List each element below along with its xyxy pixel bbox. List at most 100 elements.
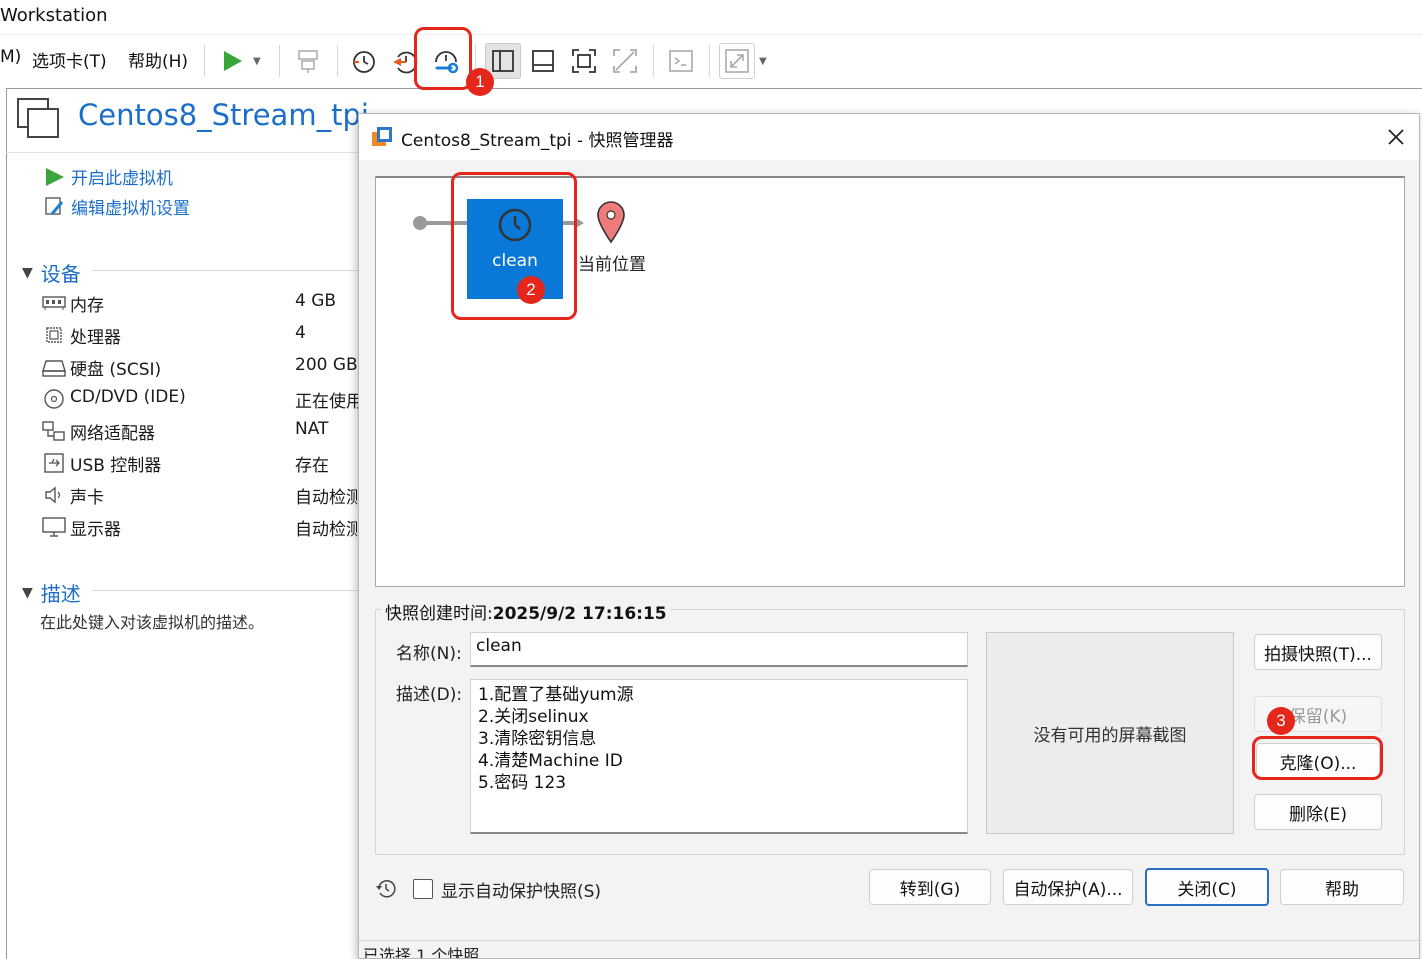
app-title: Workstation [0,5,108,26]
take-snapshot-icon[interactable] [346,43,382,79]
app-titlebar: Workstation [0,0,1422,34]
created-value: 2025/9/2 17:16:15 [492,604,667,624]
device-value: 4 [295,323,306,343]
vm-icon [16,97,62,141]
device-name: 显示器 [70,520,121,540]
edit-vm-settings-label: 编辑虚拟机设置 [71,199,190,219]
step-badge-2: 2 [517,276,545,304]
toolbar-separator [279,45,280,77]
created-prefix: 快照创建时间: [385,604,493,624]
device-row-memory[interactable]: 内存 4 GB [42,289,362,317]
toolbar-separator [204,45,205,77]
device-value: 200 GB [295,355,358,375]
description-line: 3.清除密钥信息 [478,729,597,749]
dialog-titlebar: Centos8_Stream_tpi - 快照管理器 [359,114,1419,160]
power-on-vm-label: 开启此虚拟机 [71,169,173,189]
device-value: 正在使用 [295,392,359,412]
current-location-pin-icon [597,201,625,244]
network-adapter-icon [42,420,66,442]
show-autoprotect-label: 显示自动保护快照(S) [441,881,602,902]
highlight-snapshot-manager [414,27,472,90]
cd-dvd-icon [42,388,66,410]
divider [6,152,358,153]
console-view-icon[interactable] [663,43,699,79]
device-row-display[interactable]: 显示器 自动检测 [42,513,362,541]
show-autoprotect-checkbox[interactable] [413,879,433,899]
device-name: 网络适配器 [70,424,155,444]
device-name: USB 控制器 [70,456,162,476]
collapse-arrow-icon: ▼ [22,584,33,601]
edit-settings-icon [45,196,64,215]
device-row-cdrom[interactable]: CD/DVD (IDE) 正在使用 [42,385,362,413]
toolbar-separator [337,45,338,77]
device-row-sound[interactable]: 声卡 自动检测 [42,481,362,509]
description-section-title: 描述 [40,582,81,606]
hard-disk-icon [42,356,66,378]
usb-icon [42,452,66,474]
device-value: 自动检测 [295,488,359,508]
menu-tabs[interactable]: 选项卡(T) [32,47,107,72]
step-badge-1: 1 [466,68,494,96]
autoprotect-clock-icon [376,880,396,898]
status-text: 已选择 1 个快照 [363,946,480,959]
step-badge-3: 3 [1267,707,1295,735]
divider [92,270,358,271]
power-on-icon[interactable] [214,43,250,79]
close-button[interactable]: 关闭(C) [1145,868,1269,906]
device-value: 自动检测 [295,520,359,540]
description-line: 5.密码 123 [478,773,567,793]
close-icon[interactable] [1383,124,1409,150]
name-label: 名称(N): [396,644,462,664]
device-name: 内存 [70,296,104,316]
pane-top-border [6,88,1422,89]
show-thumbnail-bar-icon[interactable] [525,43,561,79]
device-row-usb[interactable]: USB 控制器 存在 [42,449,362,477]
device-name: 声卡 [70,488,104,508]
power-dropdown-icon[interactable]: ▼ [253,56,261,67]
monitor-icon [42,516,66,538]
divider [92,590,358,591]
unity-icon[interactable] [607,43,643,79]
device-row-network[interactable]: 网络适配器 NAT [42,417,362,445]
snapshot-name-input[interactable]: clean [470,632,968,667]
power-on-vm-link[interactable]: 开启此虚拟机 [44,164,173,189]
device-value: NAT [295,419,329,439]
snapshot-description-textarea[interactable]: 1.配置了基础yum源 2.关闭selinux 3.清除密钥信息 4.清楚Mac… [470,679,968,834]
device-value: 4 GB [295,291,337,311]
device-row-disk[interactable]: 硬盘 (SCSI) 200 GB [42,353,362,381]
goto-button[interactable]: 转到(G) [869,869,991,905]
toolbar-separator [653,45,654,77]
device-name: 处理器 [70,328,121,348]
memory-icon [42,292,66,314]
stretch-guest-icon[interactable] [719,43,755,79]
description-section-header[interactable]: ▼ 描述 [22,578,81,607]
speaker-icon [42,484,66,506]
menu-help[interactable]: 帮助(H) [128,47,188,72]
devices-section-header[interactable]: ▼ 设备 [22,258,81,287]
full-screen-icon[interactable] [566,43,602,79]
device-row-cpu[interactable]: 处理器 4 [42,321,362,349]
description-line: 2.关闭selinux [478,707,589,727]
show-autoprotect-row[interactable]: 显示自动保护快照(S) [375,874,601,904]
menu-item-partial[interactable]: M) [0,47,21,67]
delete-button[interactable]: 删除(E) [1254,794,1382,830]
stretch-dropdown-icon[interactable]: ▼ [759,56,767,67]
highlight-clone-button [1252,736,1383,780]
device-name: CD/DVD (IDE) [70,387,186,407]
toolbar-separator [709,45,710,77]
device-name: 硬盘 (SCSI) [70,360,162,380]
current-location-label: 当前位置 [578,255,646,275]
help-button[interactable]: 帮助 [1280,869,1404,905]
dialog-status-bar: 已选择 1 个快照 [359,940,1419,959]
vm-description-placeholder[interactable]: 在此处键入对该虚拟机的描述。 [40,609,264,633]
cpu-icon [42,324,66,346]
description-line: 1.配置了基础yum源 [478,685,634,705]
autoprotect-button[interactable]: 自动保护(A)... [1003,869,1133,905]
main-toolbar: M) 选项卡(T) 帮助(H) ▼ ▼ [0,34,1422,86]
vm-name-title: Centos8_Stream_tpi [78,98,369,132]
highlight-snapshot-node [451,172,577,320]
device-value: 存在 [295,456,329,476]
take-snapshot-button[interactable]: 拍摄快照(T)... [1254,634,1382,670]
edit-vm-settings-link[interactable]: 编辑虚拟机设置 [44,194,190,219]
send-ctrl-alt-del-icon[interactable] [290,43,326,79]
